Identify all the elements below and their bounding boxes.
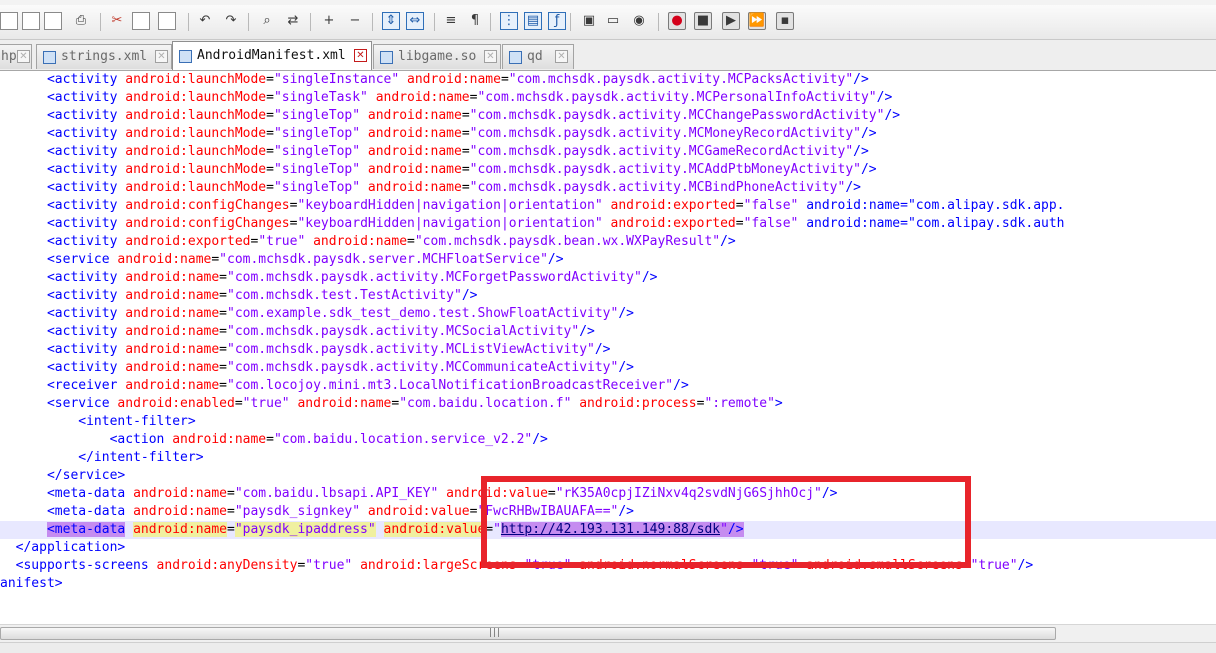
code-line[interactable]: <activity android:launchMode="singleTask… <box>0 89 1216 107</box>
close-file-icon[interactable] <box>44 12 62 30</box>
tab-strings-xml[interactable]: strings.xml ✕ <box>36 44 172 69</box>
new-file-icon[interactable] <box>0 12 18 30</box>
horizontal-scrollbar[interactable]: ||| <box>0 624 1216 642</box>
close-icon[interactable]: ✕ <box>555 50 568 63</box>
toolbar-separator <box>100 13 101 31</box>
toolbar-separator <box>490 13 491 31</box>
code-line[interactable]: </intent-filter> <box>0 449 1216 467</box>
record-macro-icon[interactable]: ● <box>668 12 686 30</box>
document-map-icon[interactable]: ▤ <box>524 12 542 30</box>
code-line[interactable]: <activity android:name="com.mchsdk.paysd… <box>0 359 1216 377</box>
code-line[interactable]: <activity android:launchMode="singleTop"… <box>0 143 1216 161</box>
paste-icon[interactable] <box>158 12 176 30</box>
toolbar-separator <box>570 13 571 31</box>
indent-guide-icon[interactable]: ⋮ <box>500 12 518 30</box>
file-icon <box>380 51 393 64</box>
code-line[interactable]: <service android:enabled="true" android:… <box>0 395 1216 413</box>
cut-icon[interactable]: ✂ <box>108 12 126 30</box>
code-line[interactable]: anifest> <box>0 575 1216 593</box>
code-line[interactable]: <receiver android:name="com.locojoy.mini… <box>0 377 1216 395</box>
sync-horizontal-icon[interactable]: ⇔ <box>406 12 424 30</box>
toolbar-separator <box>310 13 311 31</box>
scrollbar-thumb[interactable]: ||| <box>0 627 1056 640</box>
code-line[interactable]: <activity android:exported="true" androi… <box>0 233 1216 251</box>
save-macro-icon[interactable]: ▪ <box>776 12 794 30</box>
file-icon <box>179 50 192 63</box>
playback-macro-icon[interactable]: ▶ <box>722 12 740 30</box>
sync-vertical-icon[interactable]: ⇕ <box>382 12 400 30</box>
code-line[interactable]: <action android:name="com.baidu.location… <box>0 431 1216 449</box>
word-wrap-icon[interactable]: ≡ <box>442 12 460 30</box>
folder-as-workspace-icon[interactable]: ▭ <box>604 12 622 30</box>
file-icon <box>509 51 522 64</box>
tab-label: strings.xml <box>61 49 148 64</box>
tab-bar: hp ✕ strings.xml ✕ AndroidManifest.xml ✕… <box>0 40 1216 71</box>
tab-label: libgame.so <box>398 49 477 64</box>
print-icon[interactable]: ⎙ <box>72 12 90 30</box>
tab-label: AndroidManifest.xml <box>197 48 346 63</box>
tab-androidmanifest-xml[interactable]: AndroidManifest.xml ✕ <box>172 41 372 70</box>
stop-recording-icon[interactable]: ■ <box>694 12 712 30</box>
toolbar-separator <box>188 13 189 31</box>
tab-label: qd <box>527 49 543 64</box>
zoom-in-icon[interactable]: + <box>320 12 338 30</box>
code-line[interactable]: <activity android:configChanges="keyboar… <box>0 215 1216 233</box>
show-all-chars-icon[interactable]: ¶ <box>466 12 484 30</box>
tab-label: hp <box>1 49 17 64</box>
code-line[interactable]: <activity android:launchMode="singleTop"… <box>0 179 1216 197</box>
toolbar: ⎙ ✂ ↶ ↷ ⌕ ⇄ + − ⇕ ⇔ ≡ ¶ ⋮ ▤ ƒ ▣ ▭ ◉ ● ■ ▶ ⏩ ▪ <box>0 5 1216 40</box>
code-line[interactable]: <intent-filter> <box>0 413 1216 431</box>
code-line[interactable]: <activity android:launchMode="singleTop"… <box>0 161 1216 179</box>
toolbar-separator <box>372 13 373 31</box>
code-line[interactable]: <activity android:name="com.mchsdk.test.… <box>0 287 1216 305</box>
code-line[interactable]: <service android:name="com.mchsdk.paysdk… <box>0 251 1216 269</box>
scrollbar-grip-icon: ||| <box>489 628 502 638</box>
run-macro-multiple-icon[interactable]: ⏩ <box>748 12 766 30</box>
close-icon[interactable]: ✕ <box>17 50 30 63</box>
zoom-out-icon[interactable]: − <box>346 12 364 30</box>
find-icon[interactable]: ⌕ <box>258 12 276 30</box>
tab-qd[interactable]: qd ✕ <box>502 44 574 69</box>
tab-libgame-so[interactable]: libgame.so ✕ <box>373 44 501 69</box>
open-file-icon[interactable] <box>22 12 40 30</box>
eye-icon[interactable]: ◉ <box>630 12 648 30</box>
toolbar-separator <box>658 13 659 31</box>
undo-icon[interactable]: ↶ <box>196 12 214 30</box>
code-line[interactable]: <activity android:launchMode="singleTop"… <box>0 125 1216 143</box>
redo-icon[interactable]: ↷ <box>222 12 240 30</box>
toolbar-separator <box>434 13 435 31</box>
close-icon[interactable]: ✕ <box>484 50 497 63</box>
toolbar-separator <box>248 13 249 31</box>
status-bar <box>0 642 1216 653</box>
close-icon[interactable]: ✕ <box>354 49 367 62</box>
code-line[interactable]: <activity android:launchMode="singleInst… <box>0 71 1216 89</box>
code-line[interactable]: <activity android:configChanges="keyboar… <box>0 197 1216 215</box>
replace-icon[interactable]: ⇄ <box>284 12 302 30</box>
function-list-icon[interactable]: ƒ <box>548 12 566 30</box>
tab-hp[interactable]: hp ✕ <box>0 44 32 69</box>
code-line[interactable]: <activity android:name="com.mchsdk.paysd… <box>0 269 1216 287</box>
copy-icon[interactable] <box>132 12 150 30</box>
code-line[interactable]: <activity android:name="com.mchsdk.paysd… <box>0 341 1216 359</box>
close-icon[interactable]: ✕ <box>155 50 168 63</box>
code-editor[interactable]: <activity android:launchMode="singleInst… <box>0 71 1216 624</box>
file-icon <box>43 51 56 64</box>
code-line[interactable]: <activity android:name="com.mchsdk.paysd… <box>0 323 1216 341</box>
code-line[interactable]: <activity android:name="com.example.sdk_… <box>0 305 1216 323</box>
annotation-red-box <box>481 476 971 568</box>
monitor-icon[interactable]: ▣ <box>580 12 598 30</box>
code-line[interactable]: <activity android:launchMode="singleTop"… <box>0 107 1216 125</box>
